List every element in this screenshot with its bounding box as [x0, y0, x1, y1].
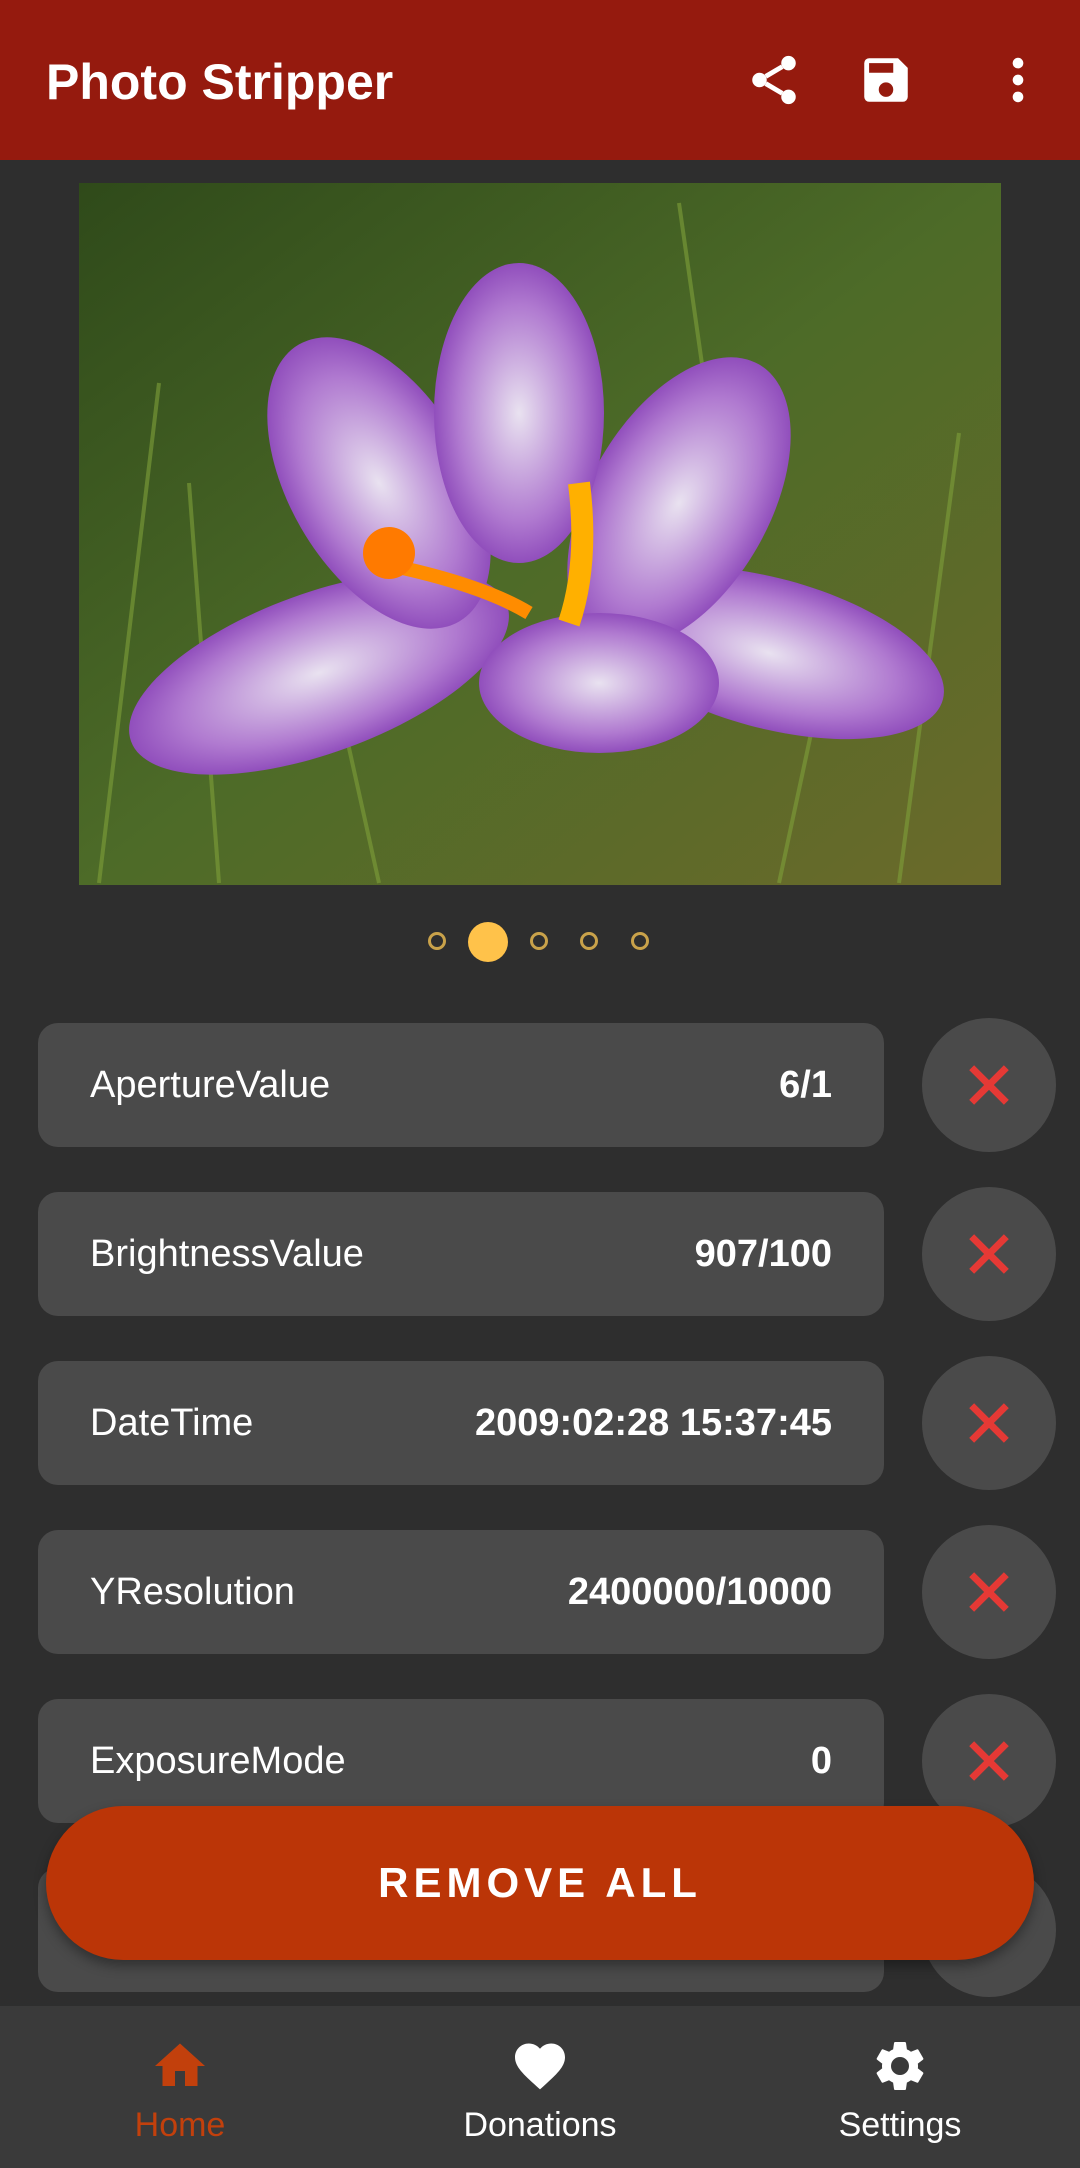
- close-icon: [969, 1572, 1009, 1612]
- pager-dot[interactable]: [428, 932, 446, 950]
- app-bar: Photo Stripper: [0, 0, 1080, 160]
- metadata-key: BrightnessValue: [90, 1232, 364, 1275]
- nav-label: Settings: [838, 2106, 962, 2144]
- save-button[interactable]: [846, 40, 926, 120]
- close-icon: [969, 1065, 1009, 1105]
- close-icon: [969, 1403, 1009, 1443]
- nav-item-settings[interactable]: Settings: [720, 2006, 1080, 2168]
- metadata-key: ExposureMode: [90, 1739, 346, 1782]
- gear-icon: [876, 2041, 924, 2090]
- delete-tag-button[interactable]: [922, 1525, 1056, 1659]
- metadata-value: 2009:02:28 15:37:45: [474, 1401, 832, 1444]
- metadata-value: 0: [810, 1739, 832, 1782]
- delete-tag-button[interactable]: [922, 1018, 1056, 1152]
- pager-dot[interactable]: [631, 932, 649, 950]
- metadata-row: BrightnessValue 907/100: [38, 1192, 884, 1316]
- photo-preview[interactable]: [79, 183, 1001, 885]
- image-pager-indicator: [0, 922, 1080, 964]
- remove-all-button[interactable]: REMOVE ALL: [46, 1806, 1034, 1960]
- metadata-key: DateTime: [90, 1401, 254, 1444]
- metadata-row: DateTime 2009:02:28 15:37:45: [38, 1361, 884, 1485]
- app-title: Photo Stripper: [46, 54, 394, 110]
- home-icon: [155, 2043, 205, 2086]
- delete-tag-button[interactable]: [922, 1187, 1056, 1321]
- more-options-button[interactable]: [978, 40, 1058, 120]
- metadata-value: 6/1: [779, 1063, 832, 1106]
- screen: Photo Stripper ApertureValue 6/1 Brightn…: [0, 0, 1080, 2168]
- heart-icon: [515, 2043, 565, 2090]
- metadata-row: ApertureValue 6/1: [38, 1023, 884, 1147]
- save-icon: [864, 58, 908, 102]
- close-icon: [969, 1234, 1009, 1274]
- nav-label: Donations: [463, 2106, 617, 2144]
- pager-dot[interactable]: [530, 932, 548, 950]
- share-icon: [752, 55, 796, 105]
- delete-tag-button[interactable]: [922, 1356, 1056, 1490]
- metadata-row: ExposureMode 0: [38, 1699, 884, 1823]
- metadata-value: 907/100: [694, 1232, 832, 1275]
- crocus-flower-photo: [79, 183, 1001, 885]
- pager-dot-active[interactable]: [468, 922, 508, 962]
- close-icon: [969, 1741, 1009, 1781]
- nav-label: Home: [134, 2106, 226, 2144]
- nav-item-home[interactable]: Home: [0, 2006, 360, 2168]
- metadata-key: ApertureValue: [90, 1063, 331, 1106]
- more-vert-icon: [1012, 57, 1024, 103]
- metadata-key: YResolution: [90, 1570, 295, 1613]
- bottom-navigation: Home Donations Settings: [0, 2006, 1080, 2168]
- metadata-row: YResolution 2400000/10000: [38, 1530, 884, 1654]
- metadata-value: 2400000/10000: [567, 1570, 832, 1613]
- nav-item-donations[interactable]: Donations: [360, 2006, 720, 2168]
- pager-dot[interactable]: [580, 932, 598, 950]
- share-button[interactable]: [734, 40, 814, 120]
